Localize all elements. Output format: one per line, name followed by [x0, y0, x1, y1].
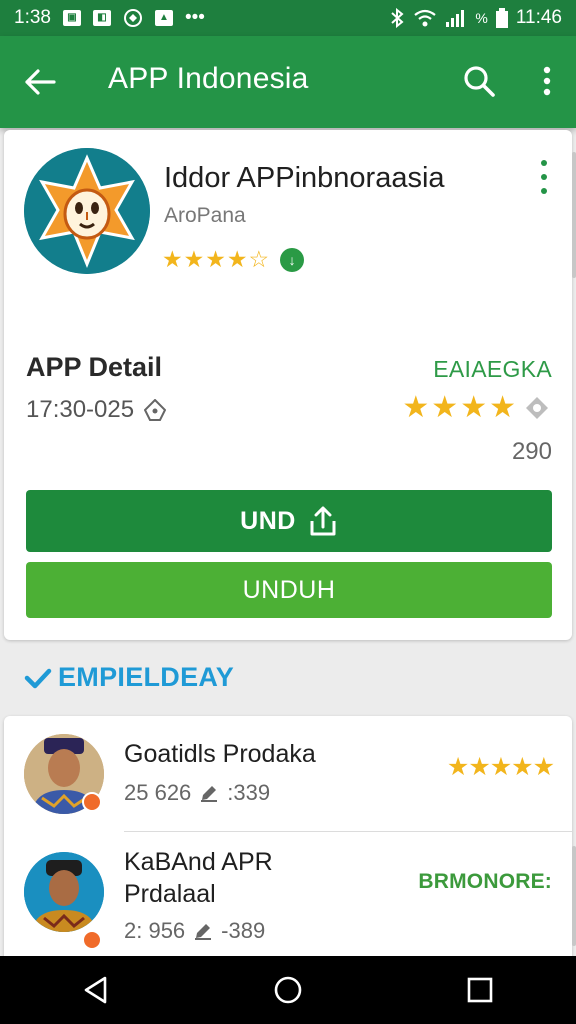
- star-icon: ★: [431, 391, 459, 424]
- signal-icon: [445, 8, 467, 28]
- app-name: Iddor APPinbnoraasia: [164, 162, 445, 194]
- list-item-meta-left: 25 626: [124, 780, 192, 805]
- status-bar: 1:38 ▣ ◧ ▲ ••• % 11:46: [0, 0, 576, 36]
- app-notification-icon: [123, 8, 143, 28]
- battery-label: %: [475, 10, 488, 26]
- star-icon: ★: [402, 391, 430, 424]
- detail-date: 17:30-025: [26, 396, 167, 424]
- detail-date-text: 17:30-025: [26, 396, 135, 423]
- overflow-menu-button[interactable]: [532, 62, 562, 100]
- list-item[interactable]: Goatidls Prodaka 25 626 :339 ★★★★★: [4, 716, 572, 836]
- triangle-back-icon: [84, 976, 107, 1004]
- wifi-icon: [413, 8, 437, 28]
- nav-home-button[interactable]: [258, 960, 318, 1020]
- list-item-title: Goatidls Prodaka: [124, 740, 316, 768]
- square-recents-icon: [467, 977, 493, 1003]
- list-item[interactable]: KaBAnd APR Prdalaal 2: 956 -389 BRMONORE…: [4, 834, 572, 954]
- notification-icon: ▣: [62, 10, 81, 26]
- list-item-meta: 25 626 :339: [124, 780, 270, 806]
- star-icon: ★: [226, 246, 248, 272]
- battery-icon: [495, 8, 508, 28]
- star-icon: ★: [205, 246, 226, 272]
- more-notifications-icon: •••: [184, 7, 205, 28]
- page-title: APP Indonesia: [108, 62, 309, 95]
- section-title: EMPIELDEAY: [58, 662, 235, 692]
- detail-title: APP Detail: [26, 352, 163, 382]
- star-icon: ★: [460, 391, 488, 424]
- app-card: Iddor APPinbnoraasia AroPana ★ ★ ★ ★ ☆ ↓…: [4, 130, 576, 640]
- search-icon: [464, 66, 495, 97]
- checkmark-icon: [24, 668, 52, 688]
- star-icon: ★: [183, 246, 205, 272]
- star-icon: ★: [489, 753, 512, 781]
- app-bar: APP Indonesia: [0, 36, 576, 128]
- verified-download-icon: ↓: [280, 247, 305, 272]
- star-icon: ★: [468, 753, 490, 781]
- list-item-rating: ★★★★★: [446, 752, 555, 782]
- menu-dot-icon: [541, 160, 547, 166]
- star-icon: ★: [532, 753, 555, 781]
- edit-icon: [195, 924, 212, 940]
- divider: [124, 831, 572, 832]
- photo-notification-icon: ◧: [92, 10, 111, 26]
- list-item-meta-right: -389: [221, 918, 266, 943]
- app-list: Goatidls Prodaka 25 626 :339 ★★★★★ KaBAn…: [4, 716, 576, 966]
- detail-rating: ★ ★ ★ ★: [402, 390, 550, 425]
- scrollbar[interactable]: [572, 152, 576, 278]
- star-icon: ★: [489, 391, 516, 424]
- edit-icon: [201, 786, 218, 802]
- more-vert-icon: [543, 66, 551, 96]
- star-icon: ★: [162, 246, 183, 272]
- search-button[interactable]: [460, 62, 498, 100]
- scrollbar[interactable]: [572, 846, 576, 946]
- list-item-meta: 2: 956 -389: [124, 918, 265, 944]
- app-menu-button[interactable]: [536, 160, 552, 194]
- avatar: [24, 852, 104, 932]
- list-item-subtitle: Prdalaal: [124, 880, 216, 908]
- list-item-meta-right: :339: [227, 780, 271, 805]
- install-button[interactable]: UND: [26, 490, 552, 552]
- system-nav-bar: [0, 956, 576, 1024]
- nav-recents-button[interactable]: [450, 960, 510, 1020]
- star-outline-icon: ☆: [248, 246, 270, 272]
- back-button[interactable]: [22, 64, 58, 100]
- diamond-icon: [524, 395, 550, 421]
- list-item-meta-left: 2: 956: [124, 918, 186, 943]
- app-logo[interactable]: [24, 148, 150, 274]
- download-button-label: UNDUH: [242, 575, 336, 604]
- circle-home-icon: [274, 976, 302, 1004]
- star-icon: ★: [446, 753, 469, 781]
- avatar-badge-icon: [82, 792, 102, 812]
- detail-badge: EAIAEGKA: [433, 356, 552, 382]
- install-button-label: UND: [240, 506, 296, 535]
- nav-back-button[interactable]: [66, 960, 126, 1020]
- share-icon: [310, 506, 336, 536]
- list-item-label: BRMONORE:: [418, 870, 552, 893]
- status-time-right: 11:46: [515, 7, 562, 28]
- rating-count: 290: [511, 438, 552, 465]
- menu-dot-icon: [541, 188, 547, 194]
- section-heading: EMPIELDEAY: [24, 662, 234, 693]
- arrow-left-icon: [25, 69, 56, 95]
- star-icon: ★: [511, 753, 533, 781]
- star-mask-logo-icon: [24, 148, 150, 274]
- developer-name[interactable]: AroPana: [164, 204, 246, 228]
- app-rating: ★ ★ ★ ★ ☆ ↓: [162, 246, 305, 273]
- status-time-left: 1:38: [14, 7, 51, 28]
- bluetooth-icon: [389, 8, 405, 28]
- tag-icon: [144, 399, 167, 421]
- menu-dot-icon: [541, 174, 547, 180]
- file-notification-icon: ▲: [154, 10, 173, 26]
- list-item-title: KaBAnd APR: [124, 848, 273, 876]
- avatar-badge-icon: [82, 930, 102, 950]
- download-button[interactable]: UNDUH: [26, 562, 552, 618]
